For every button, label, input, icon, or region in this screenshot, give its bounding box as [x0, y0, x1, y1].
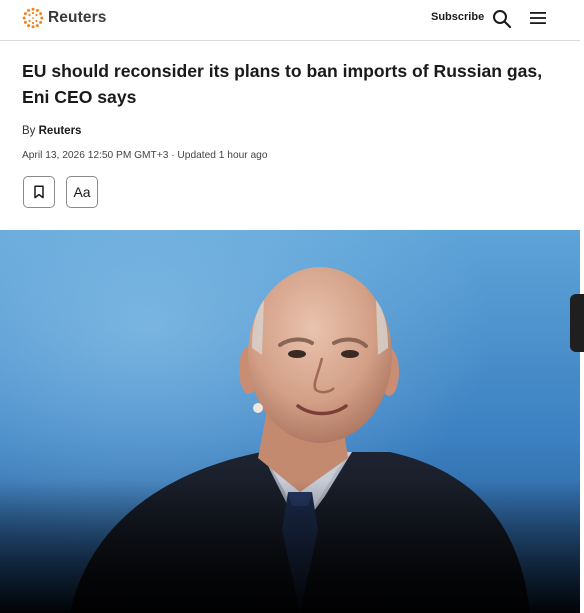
- site-header: Reuters Subscribe: [0, 0, 580, 41]
- article-headline: EU should reconsider its plans to ban im…: [22, 61, 543, 107]
- reuters-logo[interactable]: Reuters: [22, 6, 106, 30]
- byline: By Reuters: [22, 125, 81, 137]
- reuters-logo-mark: [22, 7, 44, 29]
- article-dateline: April 13, 2026 12:50 PM GMT+3 · Updated …: [22, 150, 268, 161]
- brand-name: Reuters: [48, 9, 107, 26]
- font-size-label: Aa: [73, 184, 91, 200]
- font-size-button[interactable]: Aa: [66, 176, 98, 208]
- byline-prefix: By: [22, 125, 36, 137]
- subscribe-link[interactable]: Subscribe: [431, 11, 484, 23]
- article-page: Reuters Subscribe EU should reconsider i…: [0, 0, 584, 613]
- speaker-photo: [0, 230, 580, 613]
- search-icon[interactable]: [492, 9, 512, 29]
- author-link[interactable]: Reuters: [39, 125, 82, 137]
- bookmark-icon: [34, 185, 44, 199]
- hero-image: [0, 230, 580, 613]
- scroll-handle[interactable]: [570, 294, 584, 352]
- hamburger-menu-icon[interactable]: [529, 10, 547, 26]
- bookmark-button[interactable]: [23, 176, 55, 208]
